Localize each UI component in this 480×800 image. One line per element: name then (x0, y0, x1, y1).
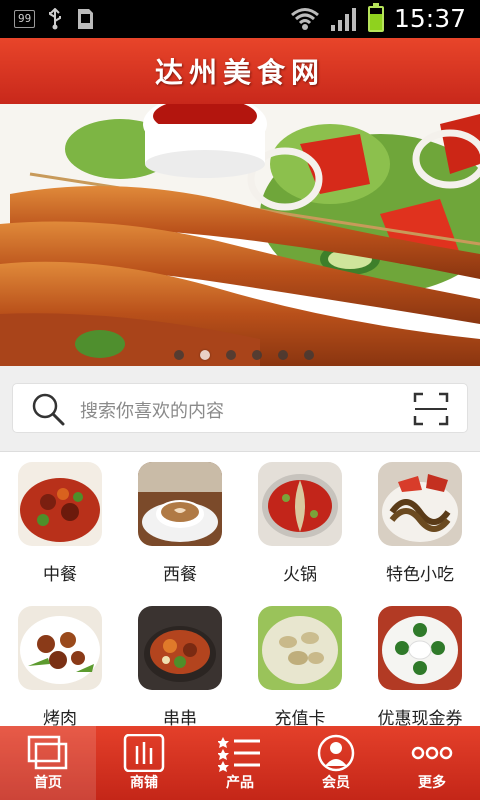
category-skewers[interactable]: 串串 (120, 596, 240, 736)
carousel-dot[interactable] (278, 350, 288, 360)
signal-icon (330, 7, 356, 31)
category-label: 西餐 (163, 565, 197, 585)
wifi-icon (290, 7, 319, 30)
category-recharge-card[interactable]: 充值卡 (240, 596, 360, 736)
tab-label: 商铺 (130, 775, 158, 791)
tab-label: 更多 (418, 775, 446, 791)
tab-products[interactable]: 产品 (192, 726, 288, 800)
search-placeholder: 搜索你喜欢的内容 (80, 401, 224, 422)
category-western-food[interactable]: 西餐 (120, 452, 240, 592)
search-icon (32, 393, 65, 426)
shop-icon (123, 734, 165, 772)
carousel-dot[interactable] (226, 350, 236, 360)
tab-label: 会员 (322, 775, 350, 791)
chinese-food-thumbnail (18, 462, 102, 546)
status-time: 15:37 (393, 4, 466, 33)
carousel-indicators (174, 350, 314, 360)
carousel-dot[interactable] (174, 350, 184, 360)
recharge-card-thumbnail (258, 606, 342, 690)
category-bbq[interactable]: 烤肉 (0, 596, 120, 736)
tab-label: 产品 (226, 775, 254, 791)
header: 达州美食网 (0, 38, 480, 104)
bottom-tab-bar: 首页 商铺 产品 会员 更多 (0, 726, 480, 800)
bbq-thumbnail (18, 606, 102, 690)
page-title: 达州美食网 (154, 56, 325, 89)
local-snacks-thumbnail (378, 462, 462, 546)
sd-card-icon (78, 9, 94, 29)
notification-count-badge: 99 (14, 10, 36, 28)
tab-home[interactable]: 首页 (0, 726, 96, 800)
category-chinese-food[interactable]: 中餐 (0, 452, 120, 592)
product-list-icon (218, 737, 260, 772)
category-label: 特色小吃 (386, 565, 454, 585)
category-label: 火锅 (283, 565, 317, 585)
more-icon (411, 746, 453, 760)
tab-more[interactable]: 更多 (384, 726, 480, 800)
skewers-thumbnail (138, 606, 222, 690)
cash-coupon-thumbnail (378, 606, 462, 690)
category-label: 中餐 (43, 565, 77, 585)
category-grid: 中餐 西餐 火锅 特色小吃 烤肉 串串 充值卡 优惠现金券 (0, 452, 480, 729)
category-hotpot[interactable]: 火锅 (240, 452, 360, 592)
search-section: 搜索你喜欢的内容 (0, 366, 480, 452)
carousel-dot[interactable] (252, 350, 262, 360)
banner-food-image (0, 104, 480, 366)
carousel-dot-active[interactable] (200, 350, 210, 360)
hotpot-thumbnail (258, 462, 342, 546)
carousel-dot[interactable] (304, 350, 314, 360)
search-input[interactable]: 搜索你喜欢的内容 (12, 383, 468, 433)
home-icon (27, 735, 68, 770)
tab-shops[interactable]: 商铺 (96, 726, 192, 800)
western-food-thumbnail (138, 462, 222, 546)
category-local-snacks[interactable]: 特色小吃 (360, 452, 480, 592)
member-icon (317, 734, 355, 772)
banner-carousel[interactable] (0, 104, 480, 366)
usb-icon (49, 8, 62, 30)
status-bar: 99 15:37 (0, 0, 480, 38)
scan-qr-icon[interactable] (413, 392, 449, 426)
tab-member[interactable]: 会员 (288, 726, 384, 800)
battery-icon (367, 2, 384, 32)
category-cash-coupon[interactable]: 优惠现金券 (360, 596, 480, 736)
tab-label: 首页 (34, 775, 62, 791)
